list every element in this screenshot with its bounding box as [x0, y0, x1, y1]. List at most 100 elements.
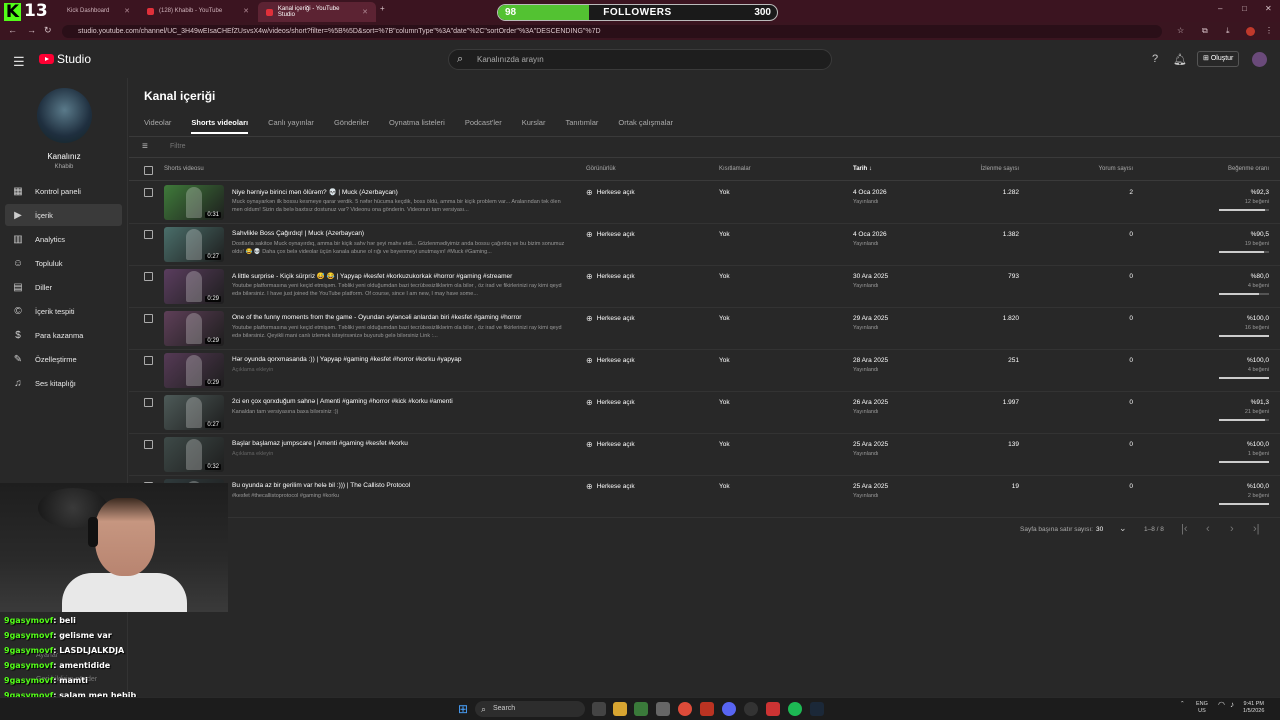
tray-chevron-icon[interactable]: ⌃ [1180, 701, 1185, 708]
video-title[interactable]: Başlar başlamaz jumpscare | Amenti #gami… [232, 440, 408, 447]
table-row[interactable]: 0:29 One of the funny moments from the ga… [129, 308, 1280, 350]
forward-icon[interactable]: → [27, 25, 36, 35]
app-green-icon[interactable] [634, 702, 648, 716]
account-avatar[interactable] [1252, 52, 1267, 67]
visibility-cell[interactable]: ⊕ Herkese açık [586, 272, 635, 281]
extensions-icon[interactable]: ⧉ [1202, 26, 1208, 36]
visibility-cell[interactable]: ⊕ Herkese açık [586, 314, 635, 323]
menu-dots-icon[interactable]: ⋮ [1265, 26, 1273, 35]
content-tab[interactable]: Canlı yayınlar [268, 118, 314, 134]
video-title[interactable]: Niye hərniyə birinci mən ölürəm? 💀 | Muc… [232, 188, 398, 196]
downloads-icon[interactable]: ⤓ [1226, 26, 1230, 36]
content-tab[interactable]: Videolar [144, 118, 171, 134]
column-date[interactable]: Tarih ↓ [853, 166, 872, 172]
reload-icon[interactable]: ↻ [44, 25, 52, 36]
sidebar-item[interactable]: ▦ Kontrol paneli [5, 180, 122, 202]
browser-tab-youtube[interactable]: (128) Khabib - YouTube ✕ [139, 3, 257, 19]
video-title[interactable]: Sahvlikle Boss Çağırdıq! | Muck (Azerbay… [232, 230, 364, 237]
video-thumbnail[interactable]: 0:29 [164, 311, 224, 346]
table-row[interactable]: 0:29 A little surprise - Kiçik sürpriz 😅 … [129, 266, 1280, 308]
visibility-cell[interactable]: ⊕ Herkese açık [586, 356, 635, 365]
wifi-icon[interactable]: ◠ [1218, 701, 1225, 709]
steam-icon[interactable] [810, 702, 824, 716]
video-title[interactable]: A little surprise - Kiçik sürpriz 😅 😂 | … [232, 272, 512, 280]
prev-page-icon[interactable]: ‹ [1206, 523, 1210, 535]
chevron-down-icon[interactable]: ⌄ [1119, 523, 1127, 534]
row-checkbox[interactable] [144, 314, 153, 323]
url-field[interactable]: studio.youtube.com/channel/UC_3H49wEIsaC… [62, 25, 1162, 38]
sidebar-item[interactable]: ☺ Topluluk [5, 252, 122, 274]
video-thumbnail[interactable]: 0:29 [164, 269, 224, 304]
table-row[interactable]: 0:27 2ci en çox qorxduğum sahnə | Amenti … [129, 392, 1280, 434]
content-tab[interactable]: Gönderiler [334, 118, 369, 134]
content-tab[interactable]: Shorts videoları [191, 118, 249, 134]
windows-start-icon[interactable]: ⊞ [456, 702, 470, 716]
chrome-icon[interactable] [678, 702, 692, 716]
channel-avatar[interactable] [37, 88, 92, 143]
column-views[interactable]: İzlenme sayısı [981, 166, 1019, 172]
row-checkbox[interactable] [144, 188, 153, 197]
visibility-cell[interactable]: ⊕ Herkese açık [586, 188, 635, 197]
select-all-checkbox[interactable] [144, 166, 153, 175]
video-title[interactable]: Hər oyunda qorxmasanda :)) | Yapyap #gam… [232, 356, 461, 363]
close-icon[interactable]: ✕ [124, 7, 130, 15]
visibility-cell[interactable]: ⊕ Herkese açık [586, 398, 635, 407]
back-icon[interactable]: ← [8, 25, 17, 35]
browser-tab-kick[interactable]: Kick Dashboard ✕ [45, 3, 138, 19]
obs-icon[interactable] [744, 702, 758, 716]
visibility-cell[interactable]: ⊕ Herkese açık [586, 482, 635, 491]
video-thumbnail[interactable]: 0:32 [164, 437, 224, 472]
discord-icon[interactable] [722, 702, 736, 716]
close-icon[interactable]: ✕ [243, 7, 249, 15]
table-row[interactable]: 0:29 Hər oyunda qorxmasanda :)) | Yapyap … [129, 350, 1280, 392]
profile-icon[interactable] [1246, 27, 1255, 36]
taskbar-search[interactable]: ⌕ Search [475, 701, 585, 717]
column-like-ratio[interactable]: Beğenme oranı [1228, 166, 1269, 172]
table-row[interactable]: 0:32 Başlar başlamaz jumpscare | Amenti #… [129, 434, 1280, 476]
content-tab[interactable]: Tanıtımlar [565, 118, 598, 134]
video-thumbnail[interactable]: 0:27 [164, 395, 224, 430]
minimize-icon[interactable]: – [1218, 4, 1222, 13]
hamburger-menu-icon[interactable]: ☰ [13, 54, 25, 70]
table-row[interactable]: 0:27 Sahvlikle Boss Çağırdıq! | Muck (Aze… [129, 224, 1280, 266]
studio-logo[interactable]: Studio [39, 52, 91, 66]
row-checkbox[interactable] [144, 230, 153, 239]
next-page-icon[interactable]: › [1230, 523, 1234, 535]
row-checkbox[interactable] [144, 398, 153, 407]
video-title[interactable]: 2ci en çox qorxduğum sahnə | Amenti #gam… [232, 398, 453, 405]
language-indicator[interactable]: ENG US [1196, 701, 1208, 715]
rows-per-page-select[interactable]: 30 [1096, 526, 1103, 533]
volume-icon[interactable]: ♪ [1230, 701, 1234, 709]
row-checkbox[interactable] [144, 356, 153, 365]
maximize-icon[interactable]: □ [1242, 4, 1247, 13]
visibility-cell[interactable]: ⊕ Herkese açık [586, 440, 635, 449]
content-tab[interactable]: Ortak çalışmalar [618, 118, 673, 134]
bookmark-star-icon[interactable]: ☆ [1177, 26, 1184, 35]
video-thumbnail[interactable]: 0:31 [164, 185, 224, 220]
browser-tab-studio[interactable]: Kanal içeriği - YouTube Studio ✕ [258, 2, 376, 22]
content-tab[interactable]: Kurslar [522, 118, 546, 134]
channel-search-input[interactable]: ⌕ Kanalınızda arayın [448, 49, 832, 70]
app-red-icon[interactable] [700, 702, 714, 716]
help-icon[interactable]: ? [1152, 53, 1158, 65]
store-icon[interactable] [656, 702, 670, 716]
video-thumbnail[interactable]: 0:27 [164, 227, 224, 262]
window-close-icon[interactable]: ✕ [1265, 4, 1272, 13]
column-comments[interactable]: Yorum sayısı [1099, 166, 1133, 172]
video-title[interactable]: One of the funny moments from the game -… [232, 314, 521, 321]
table-row[interactable]: Bu oyunda az bir gerilim var helə bil :)… [129, 476, 1280, 518]
notifications-icon[interactable]: 🔔︎ [1173, 53, 1187, 66]
last-page-icon[interactable]: ›| [1253, 523, 1260, 535]
content-tab[interactable]: Oynatma listeleri [389, 118, 445, 134]
new-tab-icon[interactable]: + [380, 4, 385, 13]
app-active-icon[interactable] [766, 702, 780, 716]
create-button[interactable]: ⊞ Oluştur [1197, 51, 1240, 67]
video-thumbnail[interactable]: 0:29 [164, 353, 224, 388]
sidebar-item[interactable]: ✎ Özelleştirme [5, 348, 122, 370]
video-title[interactable]: Bu oyunda az bir gerilim var helə bil :)… [232, 482, 410, 489]
first-page-icon[interactable]: |‹ [1181, 523, 1188, 535]
sidebar-item[interactable]: ▥ Analytics [5, 228, 122, 250]
task-view-icon[interactable] [592, 702, 606, 716]
content-tab[interactable]: Podcast'ler [465, 118, 502, 134]
sidebar-item[interactable]: ▤ Diller [5, 276, 122, 298]
